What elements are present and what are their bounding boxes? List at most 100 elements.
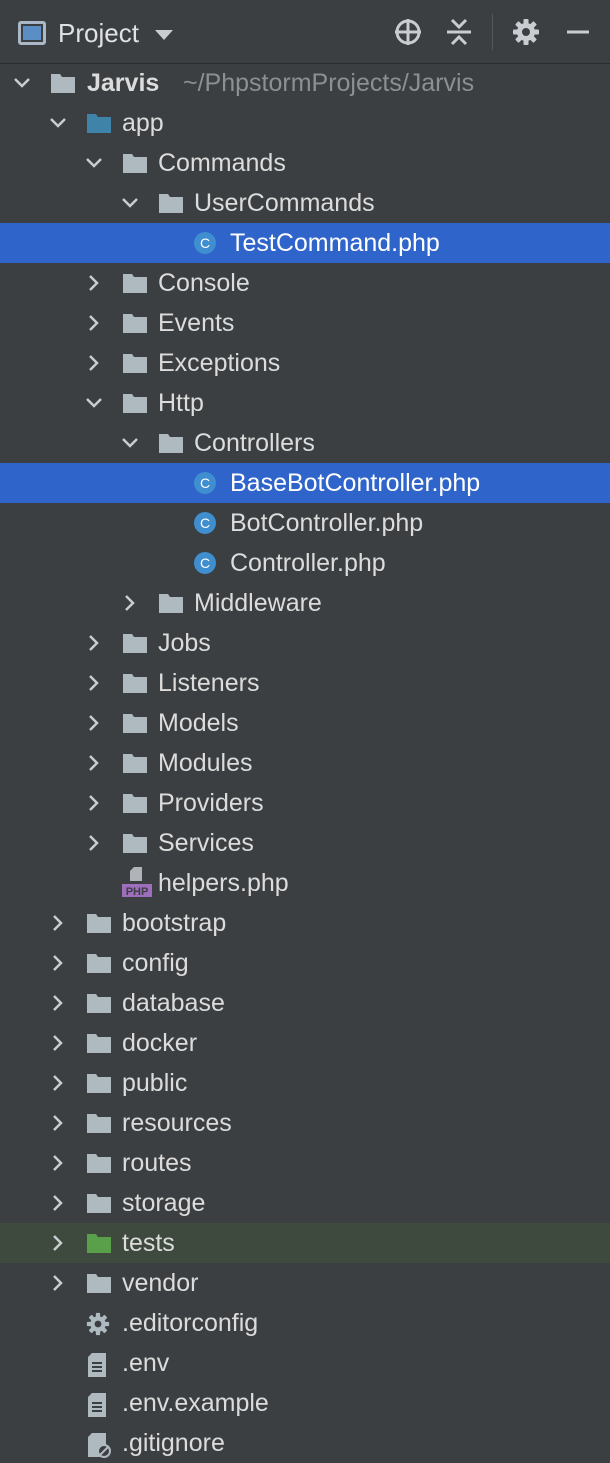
folder-icon bbox=[86, 992, 111, 1014]
chevron-right-icon[interactable] bbox=[48, 953, 68, 973]
chevron-right-icon[interactable] bbox=[48, 1113, 68, 1133]
folder-icon bbox=[86, 912, 111, 934]
chevron-right-icon[interactable] bbox=[84, 713, 104, 733]
tree-row-public[interactable]: public bbox=[0, 1063, 610, 1103]
tree-row-env[interactable]: .env bbox=[0, 1343, 610, 1383]
chevron-right-icon[interactable] bbox=[84, 793, 104, 813]
chevron-right-icon[interactable] bbox=[84, 633, 104, 653]
tree-item-label: UserCommands bbox=[194, 189, 375, 217]
folder-icon bbox=[122, 312, 147, 334]
tree-row-gitignore[interactable]: .gitignore bbox=[0, 1423, 610, 1463]
php-class-icon: C bbox=[193, 511, 217, 534]
chevron-right-icon[interactable] bbox=[48, 993, 68, 1013]
chevron-right-icon[interactable] bbox=[84, 313, 104, 333]
tree-row-jobs[interactable]: Jobs bbox=[0, 623, 610, 663]
folder-icon bbox=[122, 352, 147, 374]
tree-row-providers[interactable]: Providers bbox=[0, 783, 610, 823]
chevron-down-icon[interactable] bbox=[154, 30, 173, 40]
folder-icon bbox=[86, 1032, 111, 1054]
chevron-right-icon[interactable] bbox=[84, 753, 104, 773]
chevron-right-icon[interactable] bbox=[120, 593, 140, 613]
svg-text:C: C bbox=[200, 555, 210, 571]
chevron-right-icon[interactable] bbox=[48, 1233, 68, 1253]
tree-item-label: Modules bbox=[158, 749, 253, 777]
tree-item-label: helpers.php bbox=[158, 869, 289, 897]
tree-row-routes[interactable]: routes bbox=[0, 1143, 610, 1183]
tree-row-env-example[interactable]: .env.example bbox=[0, 1383, 610, 1423]
tool-window-title: Project bbox=[58, 17, 139, 48]
tree-row-http[interactable]: Http bbox=[0, 383, 610, 423]
chevron-right-icon[interactable] bbox=[48, 1193, 68, 1213]
tree-row-app[interactable]: app bbox=[0, 103, 610, 143]
tree-item-label: Jobs bbox=[158, 629, 211, 657]
tree-row-vendor[interactable]: vendor bbox=[0, 1263, 610, 1303]
chevron-right-icon[interactable] bbox=[84, 833, 104, 853]
folder-icon bbox=[86, 1112, 111, 1134]
chevron-down-icon[interactable] bbox=[120, 433, 140, 453]
tree-row-middleware[interactable]: Middleware bbox=[0, 583, 610, 623]
folder-icon bbox=[122, 712, 147, 734]
tool-window-header: Project bbox=[0, 0, 610, 64]
tree-item-label: Console bbox=[158, 269, 250, 297]
folder-icon bbox=[86, 952, 111, 974]
tree-item-label: Exceptions bbox=[158, 349, 281, 377]
tree-row-database[interactable]: database bbox=[0, 983, 610, 1023]
tree-item-label: docker bbox=[122, 1029, 198, 1057]
tree-row-testcommand-php[interactable]: C TestCommand.php bbox=[0, 223, 610, 263]
tree-row-usercommands[interactable]: UserCommands bbox=[0, 183, 610, 223]
tree-item-label: public bbox=[122, 1069, 188, 1097]
tree-row-console[interactable]: Console bbox=[0, 263, 610, 303]
chevron-down-icon[interactable] bbox=[84, 153, 104, 173]
tree-row-config[interactable]: config bbox=[0, 943, 610, 983]
tree-row-modules[interactable]: Modules bbox=[0, 743, 610, 783]
chevron-down-icon[interactable] bbox=[12, 73, 32, 93]
tree-row-editorconfig[interactable]: .editorconfig bbox=[0, 1303, 610, 1343]
folder-icon bbox=[50, 72, 75, 94]
toolbar-separator bbox=[492, 14, 493, 50]
tree-row-tests[interactable]: tests bbox=[0, 1223, 610, 1263]
text-file-icon bbox=[86, 1392, 110, 1417]
tree-row-storage[interactable]: storage bbox=[0, 1183, 610, 1223]
tree-row-bootstrap[interactable]: bootstrap bbox=[0, 903, 610, 943]
project-window-icon bbox=[18, 21, 46, 45]
chevron-right-icon[interactable] bbox=[48, 1273, 68, 1293]
tree-row-helpers-php[interactable]: PHP helpers.php bbox=[0, 863, 610, 903]
chevron-right-icon[interactable] bbox=[84, 273, 104, 293]
chevron-right-icon[interactable] bbox=[84, 673, 104, 693]
tree-row-listeners[interactable]: Listeners bbox=[0, 663, 610, 703]
chevron-right-icon[interactable] bbox=[48, 913, 68, 933]
tree-row-botcontroller-php[interactable]: C BotController.php bbox=[0, 503, 610, 543]
tree-row-models[interactable]: Models bbox=[0, 703, 610, 743]
tree-item-label: Controllers bbox=[194, 429, 315, 457]
tree-row-resources[interactable]: resources bbox=[0, 1103, 610, 1143]
php-class-icon: C bbox=[193, 551, 217, 574]
tree-item-label: .editorconfig bbox=[122, 1309, 259, 1337]
view-selector[interactable]: Project bbox=[18, 16, 173, 50]
tree-row-controller-php[interactable]: C Controller.php bbox=[0, 543, 610, 583]
tree-row-project-root[interactable]: Jarvis ~/PhpstormProjects/Jarvis bbox=[0, 63, 610, 103]
tree-row-events[interactable]: Events bbox=[0, 303, 610, 343]
chevron-right-icon[interactable] bbox=[48, 1153, 68, 1173]
tree-item-label: Models bbox=[158, 709, 239, 737]
tree-item-label: .env bbox=[122, 1349, 170, 1377]
crosshair-icon[interactable] bbox=[390, 14, 426, 50]
gear-icon[interactable] bbox=[508, 14, 544, 50]
tree-row-exceptions[interactable]: Exceptions bbox=[0, 343, 610, 383]
chevron-right-icon[interactable] bbox=[48, 1033, 68, 1053]
chevron-down-icon[interactable] bbox=[48, 113, 68, 133]
tree-row-docker[interactable]: docker bbox=[0, 1023, 610, 1063]
tree-row-services[interactable]: Services bbox=[0, 823, 610, 863]
tree-row-controllers[interactable]: Controllers bbox=[0, 423, 610, 463]
chevron-right-icon[interactable] bbox=[84, 353, 104, 373]
tree-row-commands[interactable]: Commands bbox=[0, 143, 610, 183]
minimize-icon[interactable] bbox=[560, 14, 596, 50]
folder-icon bbox=[158, 592, 183, 614]
chevron-down-icon[interactable] bbox=[84, 393, 104, 413]
chevron-right-icon[interactable] bbox=[48, 1073, 68, 1093]
collapse-all-icon[interactable] bbox=[441, 14, 477, 50]
chevron-down-icon[interactable] bbox=[120, 193, 140, 213]
tree-row-basebotcontroller-php[interactable]: C BaseBotController.php bbox=[0, 463, 610, 503]
tree-item-label: routes bbox=[122, 1149, 192, 1177]
folder-icon bbox=[86, 1072, 111, 1094]
tree-item-label: Controller.php bbox=[230, 549, 386, 577]
